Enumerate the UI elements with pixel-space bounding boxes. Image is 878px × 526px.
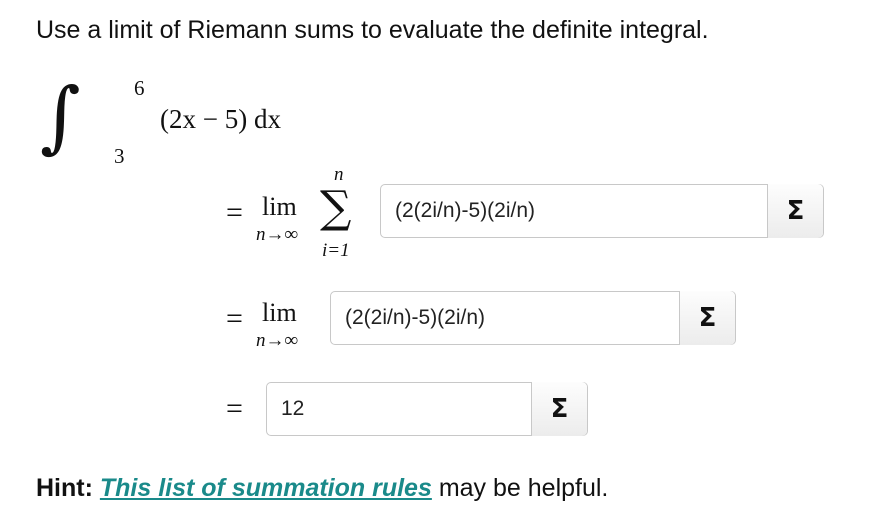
answer-input-value: 12 xyxy=(281,397,305,420)
integral-lower-bound: 3 xyxy=(114,144,125,168)
sigma-symbol-button[interactable]: Σ xyxy=(531,382,587,436)
sigma-symbol-button[interactable]: Σ xyxy=(767,184,823,238)
sigma-symbol-button[interactable]: Σ xyxy=(679,291,735,345)
summation-sigma-icon: ∑ xyxy=(320,182,352,233)
limit-subscript: n→∞ xyxy=(256,330,299,351)
equals-sign: = xyxy=(226,196,243,229)
equals-sign: = xyxy=(226,302,243,335)
integral-upper-bound: 6 xyxy=(134,76,145,100)
hint-line: Hint: This list of summation rules may b… xyxy=(36,474,608,503)
limit-input-value: (2(2i/n)-5)(2i/n) xyxy=(345,306,486,329)
integral-sign-icon: ∫ xyxy=(40,72,81,162)
hint-label: Hint: xyxy=(36,474,93,502)
summation-rules-link[interactable]: This list of summation rules xyxy=(100,474,432,502)
limit-subscript: n→∞ xyxy=(256,224,299,245)
sum-lower-limit: i=1 xyxy=(322,240,350,261)
summand-input-value: (2(2i/n)-5)(2i/n) xyxy=(395,199,536,222)
answer-input-field[interactable]: 12 Σ xyxy=(266,382,588,436)
summand-input-field[interactable]: (2(2i/n)-5)(2i/n) Σ xyxy=(380,184,824,238)
equals-sign: = xyxy=(226,392,243,425)
limit-label: lim xyxy=(262,298,297,327)
integrand: (2x − 5) dx xyxy=(160,104,281,134)
hint-suffix: may be helpful. xyxy=(438,474,609,502)
limit-input-field[interactable]: (2(2i/n)-5)(2i/n) Σ xyxy=(330,291,736,345)
problem-prompt: Use a limit of Riemann sums to evaluate … xyxy=(36,16,709,44)
limit-label: lim xyxy=(262,192,297,221)
